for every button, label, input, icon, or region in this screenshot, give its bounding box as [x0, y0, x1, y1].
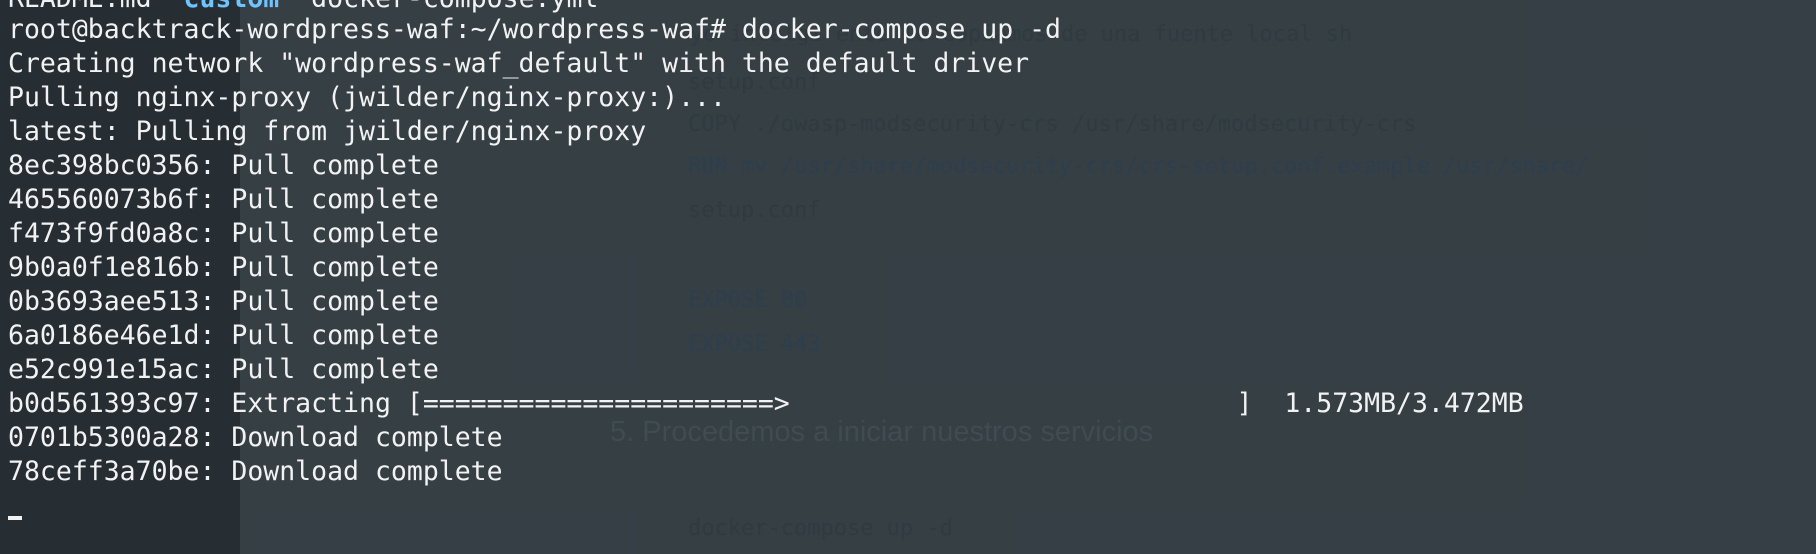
directory-name: custom — [184, 0, 280, 14]
terminal-output-line: 8ec398bc0356: Pull complete — [8, 150, 439, 181]
terminal-output-line: latest: Pulling from jwilder/nginx-proxy — [8, 116, 647, 147]
file-name: docker-compose.yml — [311, 0, 598, 14]
terminal-output-line: e52c991e15ac: Pull complete — [8, 354, 439, 385]
terminal-command-line: root@backtrack-wordpress-waf:~/wordpress… — [8, 13, 1061, 47]
terminal-output-line: 6a0186e46e1d: Pull complete — [8, 320, 439, 351]
terminal-progress-line: b0d561393c97: Extracting [==============… — [8, 388, 1524, 419]
terminal-window[interactable]: README.md custom docker-compose.yml root… — [0, 0, 1816, 554]
terminal-output-line: 78ceff3a70be: Download complete — [8, 456, 503, 487]
terminal-output-line: f473f9fd0a8c: Pull complete — [8, 218, 439, 249]
terminal-output-line: 0b3693aee513: Pull complete — [8, 286, 439, 317]
terminal-output-line: Pulling nginx-proxy (jwilder/nginx-proxy… — [8, 82, 726, 113]
shell-command: docker-compose up -d — [741, 14, 1062, 45]
file-name: README.md — [8, 0, 152, 14]
terminal-output-line: 0701b5300a28: Download complete — [8, 422, 503, 453]
terminal-cursor — [8, 516, 22, 520]
terminal-output-line: Creating network "wordpress-waf_default"… — [8, 48, 1030, 79]
shell-prompt: root@backtrack-wordpress-waf:~/wordpress… — [8, 14, 726, 45]
terminal-output-line: 9b0a0f1e816b: Pull complete — [8, 252, 439, 283]
screen: yo intelgi ente lo copiamos de una fuent… — [0, 0, 1816, 554]
terminal-output-line: 465560073b6f: Pull complete — [8, 184, 439, 215]
